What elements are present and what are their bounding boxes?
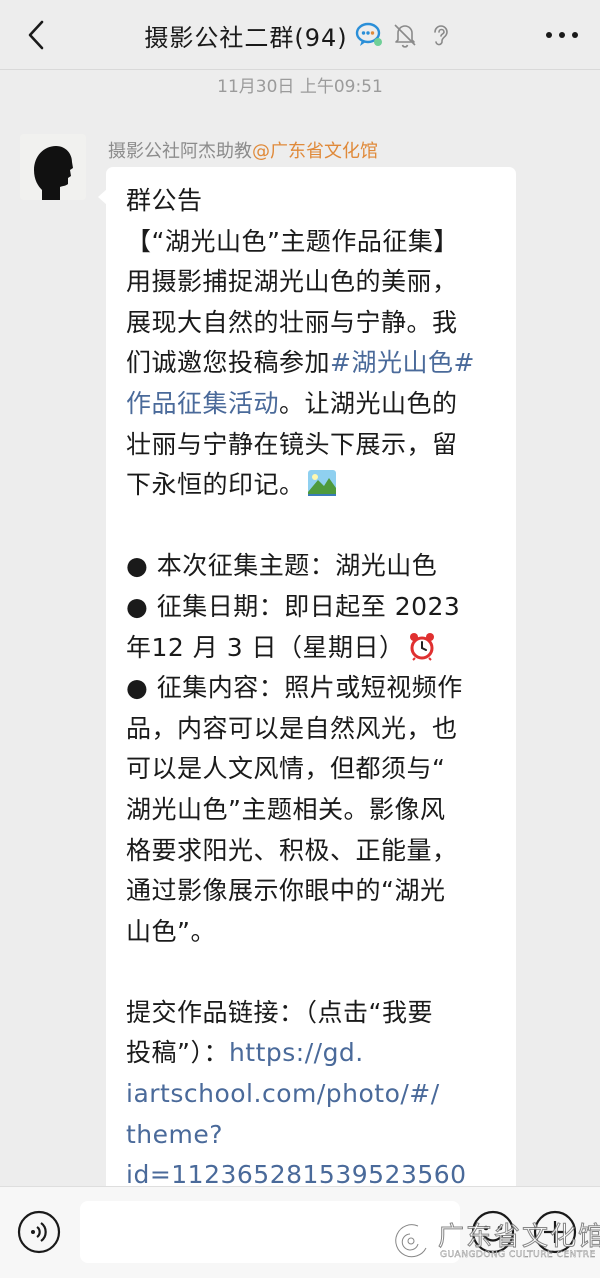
message-text: 群公告 【“湖光山色”主题作品征集】 用摄影捕捉湖光山色的美丽， 展现大自然的壮… <box>126 181 502 1196</box>
msg-line: 展现大自然的壮丽与宁静。我 <box>126 307 458 337</box>
ear-icon <box>433 25 448 46</box>
msg-line: ● 征集日期：即日起至 2023 <box>126 591 461 621</box>
bell-off-icon <box>394 24 416 48</box>
chat-title-area[interactable]: 摄影公社二群(94) <box>70 16 530 54</box>
message-bubble[interactable]: 群公告 【“湖光山色”主题作品征集】 用摄影捕捉湖光山色的美丽， 展现大自然的壮… <box>106 167 516 1197</box>
submission-link-continued[interactable]: iartschool.com/photo/#/ <box>126 1074 502 1115</box>
watermark: 广东省文化馆 GUANGDONG CULTURE CENTRE <box>388 1214 600 1270</box>
msg-text: 。让湖光山色的 <box>279 388 458 418</box>
msg-line: 用摄影捕捉湖光山色的美丽， <box>126 267 458 297</box>
alarm-clock-emoji-icon <box>409 632 434 661</box>
msg-line: ● 征集内容：照片或短视频作 <box>126 673 463 703</box>
msg-line: 提交作品链接：（点击“我要 <box>126 997 433 1027</box>
chat-bubble-icon <box>355 22 382 46</box>
msg-text: 投稿”）： <box>126 1038 229 1068</box>
msg-line: 格要求阳光、积极、正能量， <box>126 835 458 865</box>
msg-line: 可以是人文风情，但都须与“ <box>126 754 446 784</box>
watermark-text: 广东省文化馆 <box>437 1222 600 1253</box>
landscape-emoji-icon <box>307 470 336 497</box>
msg-line: 下永恒的印记。 <box>126 465 502 506</box>
culture-centre-logo-icon <box>393 1222 429 1260</box>
watermark-subtext: GUANGDONG CULTURE CENTRE <box>440 1250 596 1260</box>
sender-org: @广东省文化馆 <box>252 141 378 162</box>
msg-line: 们诚邀您投稿参加#湖光山色# <box>126 343 502 384</box>
avatar[interactable] <box>20 134 86 200</box>
msg-line: ● 本次征集主题：湖光山色 <box>126 551 438 581</box>
msg-line: 壮丽与宁静在镜头下展示，留 <box>126 429 458 459</box>
msg-line: 【“湖光山色”主题作品征集】 <box>126 226 459 256</box>
msg-line: 作品征集活动。让湖光山色的 <box>126 384 502 425</box>
hashtag-link-continued[interactable]: 作品征集活动 <box>126 389 279 418</box>
submission-link-continued[interactable]: theme? <box>126 1115 502 1156</box>
submission-link[interactable]: https://gd. <box>229 1038 364 1067</box>
msg-text: 下永恒的印记。 <box>126 470 305 500</box>
msg-line: 山色”。 <box>126 916 216 946</box>
sender-name: 摄影公社阿杰助教@广东省文化馆 <box>108 137 378 163</box>
msg-line: 年12 月 3 日（星期日） <box>126 628 502 669</box>
msg-line: 投稿”）：https://gd. <box>126 1033 502 1074</box>
chat-title: 摄影公社二群(94) <box>144 23 348 52</box>
msg-line: 群公告 <box>126 186 203 215</box>
msg-line: 湖光山色”主题相关。影像风 <box>126 794 446 824</box>
msg-text: 年12 月 3 日（星期日） <box>126 632 405 662</box>
msg-text: 们诚邀您投稿参加 <box>126 348 331 378</box>
top-bar: 摄影公社二群(94) <box>0 0 600 70</box>
msg-line: 通过影像展示你眼中的“湖光 <box>126 876 446 906</box>
profile-silhouette-icon <box>20 134 86 200</box>
sender-display-name: 摄影公社阿杰助教 <box>108 141 252 162</box>
msg-line: 品，内容可以是自然风光，也 <box>126 713 458 743</box>
chevron-left-icon[interactable] <box>20 18 54 52</box>
voice-icon[interactable] <box>16 1209 62 1255</box>
message-timestamp: 11月30日 上午09:51 <box>217 77 383 97</box>
hashtag-link[interactable]: #湖光山色# <box>330 348 475 377</box>
more-dots-icon[interactable] <box>542 24 582 46</box>
